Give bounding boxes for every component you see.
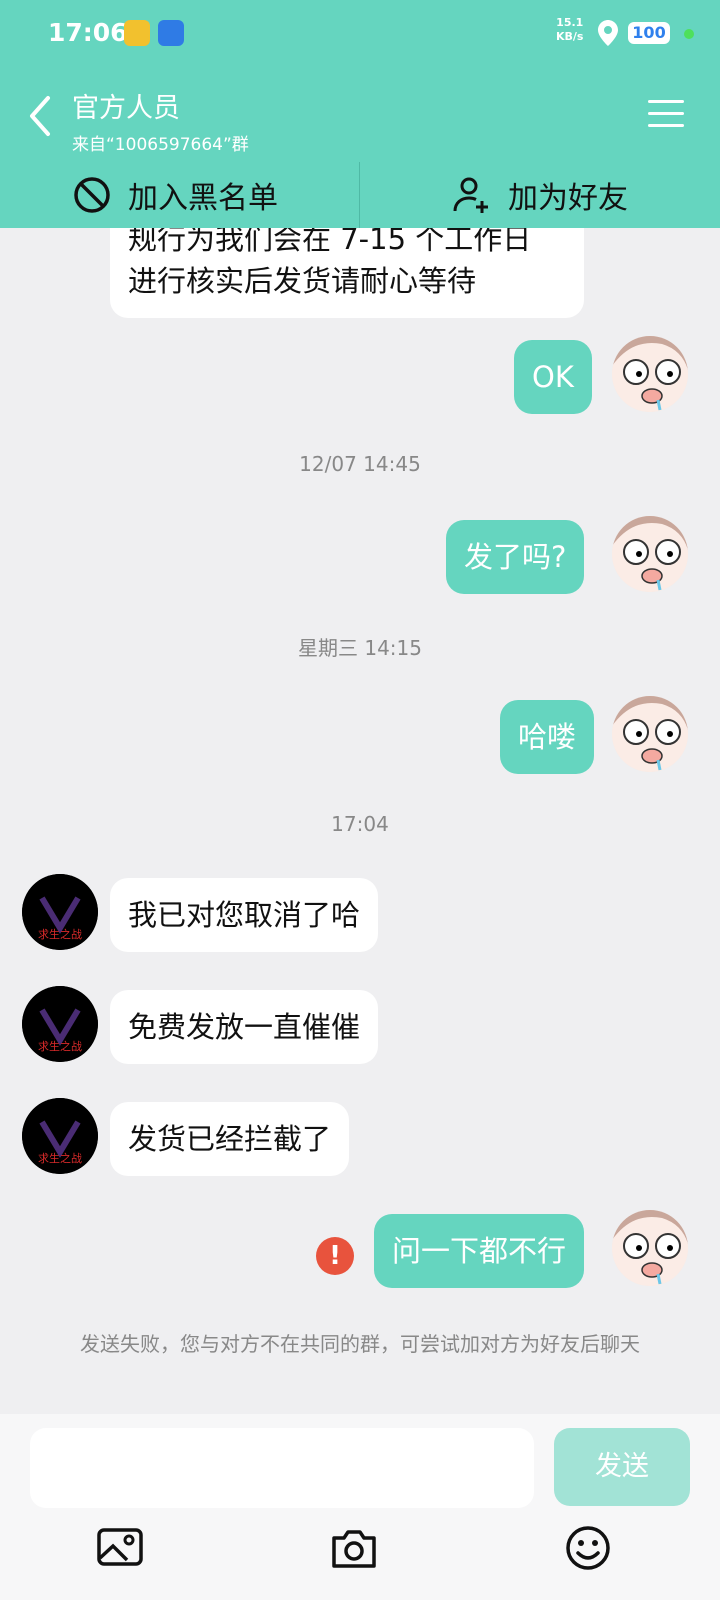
message-bubble-outgoing-failed[interactable]: 问一下都不行: [374, 1214, 585, 1288]
action-bar: 加入黑名单 加为好友: [0, 162, 720, 228]
back-button[interactable]: [26, 94, 54, 138]
self-avatar[interactable]: [612, 516, 688, 592]
message-bubble-incoming[interactable]: 免费发放一直催催: [110, 990, 379, 1064]
message-bubble-outgoing[interactable]: OK: [514, 340, 592, 414]
game-logo-icon: 求生之战: [22, 1098, 98, 1174]
contact-avatar[interactable]: 求生之战: [22, 1098, 98, 1174]
emoji-icon: [566, 1526, 610, 1570]
add-to-blacklist-button[interactable]: 加入黑名单: [72, 162, 278, 228]
contact-avatar[interactable]: 求生之战: [22, 874, 98, 950]
menu-icon: [648, 100, 684, 103]
message-input[interactable]: [30, 1428, 534, 1508]
notification-app-icon-2: [158, 20, 184, 46]
image-button[interactable]: [96, 1524, 144, 1572]
svg-text:求生之战: 求生之战: [38, 927, 82, 941]
svg-text:求生之战: 求生之战: [38, 1039, 82, 1053]
battery-indicator: 100: [628, 22, 670, 44]
game-logo-icon: 求生之战: [22, 986, 98, 1062]
contact-avatar[interactable]: 求生之战: [22, 986, 98, 1062]
action-divider: [359, 162, 360, 228]
message-bubble-outgoing[interactable]: 发了吗?: [446, 520, 585, 594]
message-list[interactable]: 规行为我们会在 7-15 个工作日 进行核实后发货请耐心等待 OK 12/07 …: [0, 228, 720, 1414]
message-bubble-incoming[interactable]: 规行为我们会在 7-15 个工作日 进行核实后发货请耐心等待: [110, 228, 584, 318]
message-bubble-incoming[interactable]: 我已对您取消了哈: [110, 878, 379, 952]
message-bubble-incoming[interactable]: 发货已经拦截了: [110, 1102, 350, 1176]
game-logo-icon: 求生之战: [22, 874, 98, 950]
blacklist-label: 加入黑名单: [128, 181, 278, 216]
self-avatar[interactable]: [612, 1210, 688, 1286]
composer: 发送: [0, 1414, 720, 1600]
status-dot: [684, 29, 694, 39]
camera-icon: [332, 1530, 376, 1568]
status-time: 17:06: [48, 18, 128, 47]
network-speed: 15.1 KB/s: [556, 16, 584, 43]
cartoon-face-icon: [612, 516, 688, 592]
message-bubble-outgoing[interactable]: 哈喽: [500, 700, 595, 774]
add-friend-button[interactable]: 加为好友: [452, 162, 628, 228]
send-button[interactable]: 发送: [554, 1428, 690, 1506]
cartoon-face-icon: [612, 336, 688, 412]
notification-app-icon: [124, 20, 150, 46]
timestamp: 星期三 14:15: [298, 636, 422, 660]
self-avatar[interactable]: [612, 336, 688, 412]
location-icon: [598, 20, 618, 50]
self-avatar[interactable]: [612, 696, 688, 772]
cartoon-face-icon: [612, 1210, 688, 1286]
back-arrow-icon: [30, 96, 50, 136]
send-failed-icon[interactable]: !: [316, 1237, 354, 1275]
cartoon-face-icon: [612, 696, 688, 772]
header: 17:06 15.1 KB/s 100 官方人员 来自“1006597664”群…: [0, 0, 720, 228]
status-bar: 17:06 15.1 KB/s 100: [0, 0, 720, 70]
add-friend-label: 加为好友: [508, 181, 628, 216]
add-user-icon: [453, 177, 488, 213]
svg-text:求生之战: 求生之战: [38, 1151, 82, 1165]
chat-title: 官方人员: [72, 93, 180, 124]
timestamp: 17:04: [331, 812, 389, 836]
camera-button[interactable]: [330, 1524, 378, 1572]
send-fail-notice: 发送失败，您与对方不在共同的群，可尝试加对方为好友后聊天: [80, 1332, 640, 1356]
chat-subtitle: 来自“1006597664”群: [72, 135, 249, 155]
image-icon: [97, 1528, 143, 1566]
emoji-button[interactable]: [564, 1524, 612, 1572]
timestamp: 12/07 14:45: [299, 452, 421, 476]
menu-button[interactable]: [648, 100, 684, 130]
block-icon: [74, 177, 110, 213]
